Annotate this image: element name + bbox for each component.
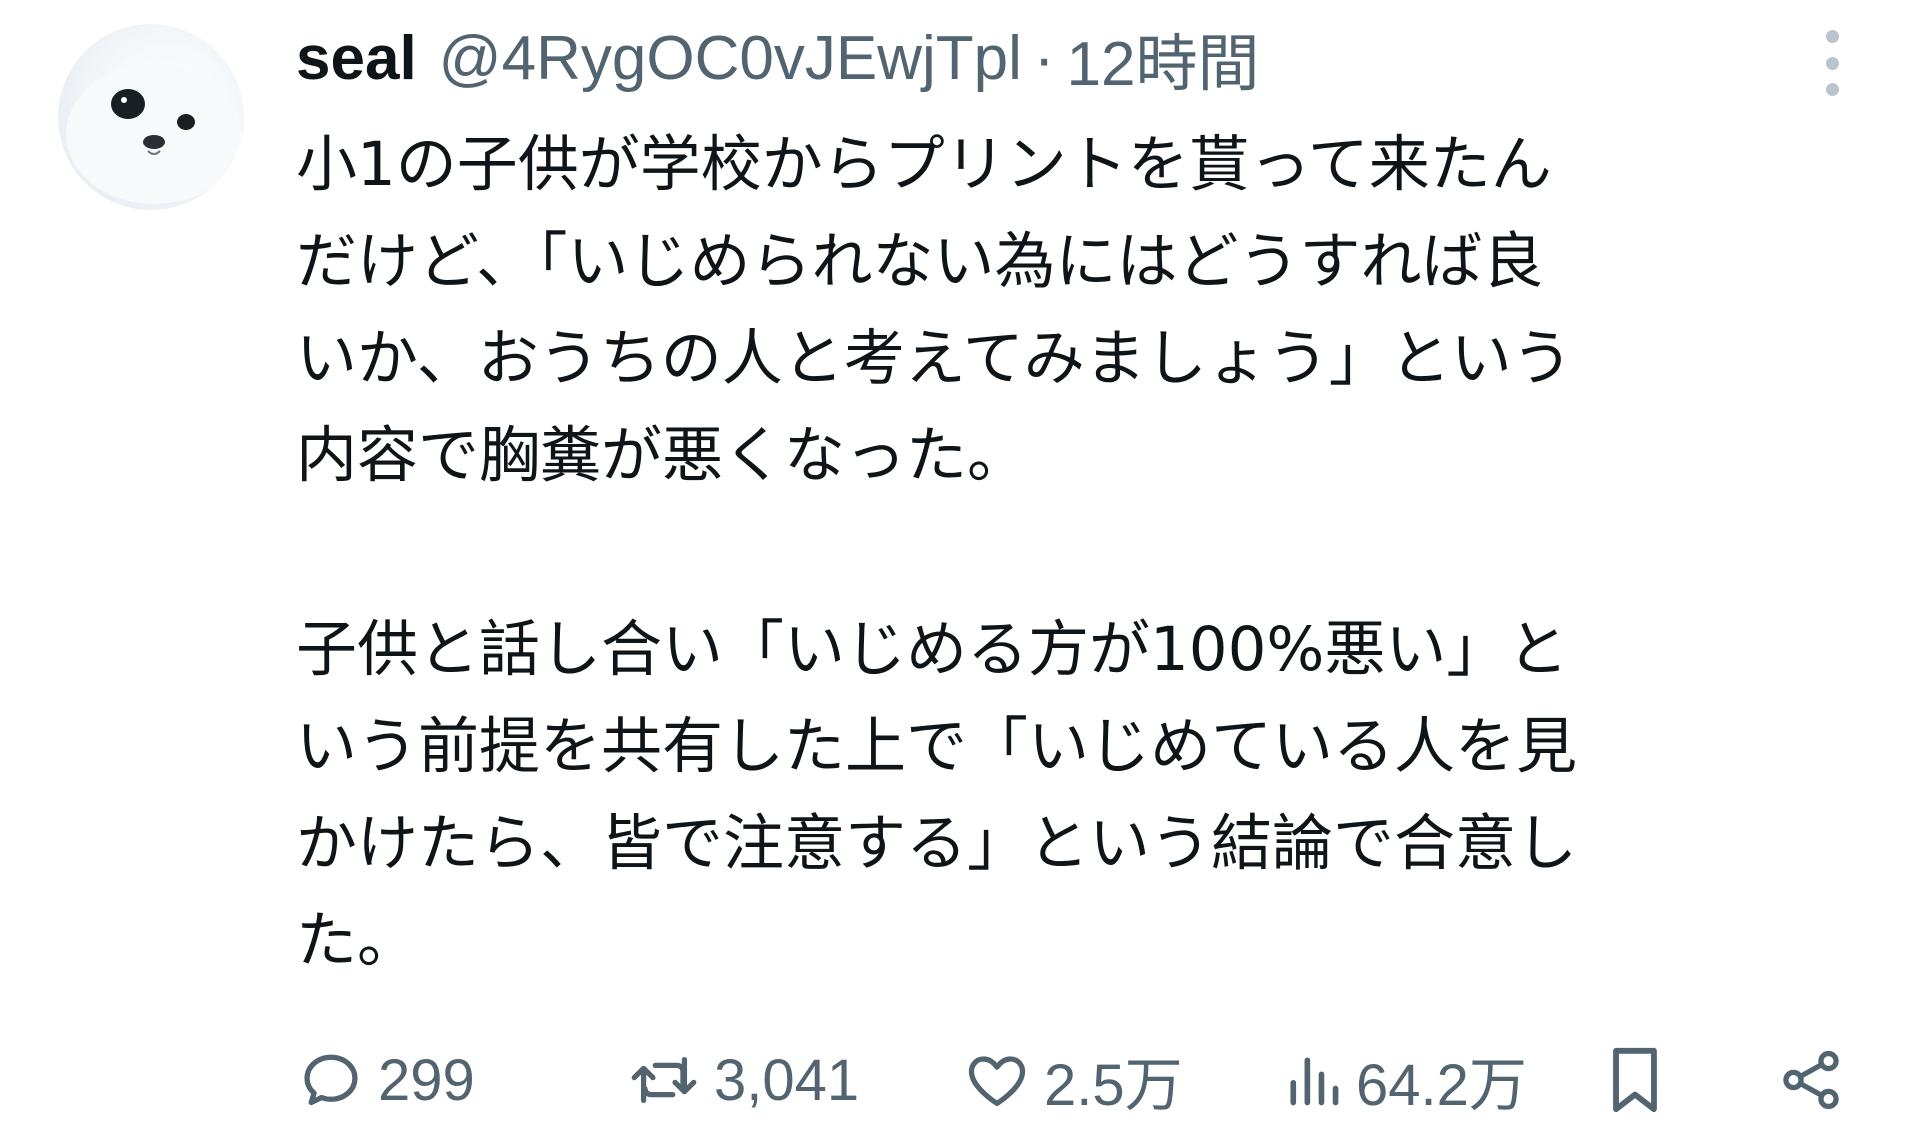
views-icon xyxy=(1290,1057,1339,1106)
share-icon xyxy=(1783,1050,1839,1110)
more-dot xyxy=(1825,56,1839,70)
tweet-header: seal @4RygOC0vJEwjTpl · 12時間 xyxy=(296,18,1259,100)
bookmark-icon xyxy=(1613,1047,1657,1113)
views-button[interactable]: 64.2万 xyxy=(1282,1040,1527,1120)
bookmark-button[interactable] xyxy=(1600,1040,1670,1120)
author-display-name[interactable]: seal xyxy=(296,23,417,94)
tweet-text-line: 内容で胸糞が悪くなった。 xyxy=(296,420,1029,491)
reply-button[interactable]: 299 xyxy=(296,1040,475,1120)
repost-button[interactable]: 3,041 xyxy=(626,1040,859,1120)
post-timestamp[interactable]: 12時間 xyxy=(1067,13,1260,103)
avatar[interactable] xyxy=(58,24,244,210)
seal-avatar-image xyxy=(66,64,242,204)
share-button[interactable] xyxy=(1776,1040,1846,1120)
header-separator: · xyxy=(1033,23,1055,93)
reply-icon xyxy=(304,1054,358,1106)
tweet-text-line: 小1の子供が学校からプリントを貰って来たん xyxy=(296,129,1552,200)
tweet-text-line: いか、おうちの人と考えてみましょう」という xyxy=(296,323,1573,394)
more-options-icon[interactable] xyxy=(1810,30,1854,96)
tweet-action-bar: 299 3,041 2.5万 64.2万 xyxy=(296,1040,1876,1120)
tweet-text-line: いう前提を共有した上で「いじめている人を見 xyxy=(296,711,1578,782)
repost-count: 3,041 xyxy=(714,1047,860,1113)
repost-icon xyxy=(631,1056,697,1104)
more-dot xyxy=(1825,83,1839,96)
tweet-text: 小1の子供が学校からプリントを貰って来たん だけど、「いじめられない為にはどうす… xyxy=(296,116,1876,989)
reply-count: 299 xyxy=(378,1047,475,1113)
tweet-text-line: だけど、「いじめられない為にはどうすれば良 xyxy=(296,226,1544,297)
heart-icon xyxy=(968,1056,1026,1106)
tweet-text-line: た。 xyxy=(296,905,419,976)
like-button[interactable]: 2.5万 xyxy=(962,1040,1183,1120)
author-handle[interactable]: @4RygOC0vJEwjTpl xyxy=(439,23,1022,94)
tweet-text-line: かけたら、皆で注意する」という結論で合意し xyxy=(296,808,1578,879)
like-count: 2.5万 xyxy=(1044,1053,1183,1118)
views-count: 64.2万 xyxy=(1356,1053,1527,1118)
tweet-text-line: 子供と話し合い「いじめる方が100%悪い」と xyxy=(296,614,1569,685)
more-dot xyxy=(1825,30,1839,43)
